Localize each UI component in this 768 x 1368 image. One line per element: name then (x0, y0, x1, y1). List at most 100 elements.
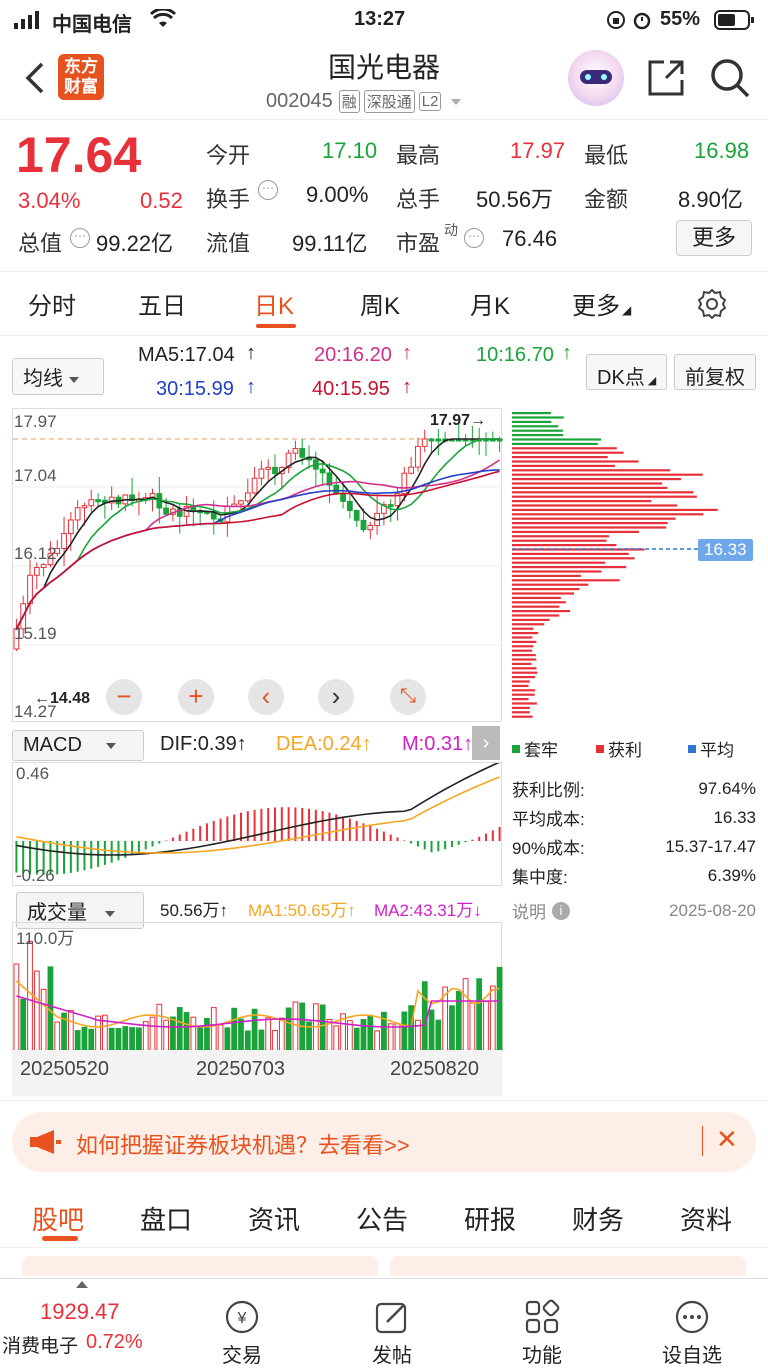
float-cap-value: 99.11亿 (292, 231, 368, 256)
amount-label: 金额 (584, 187, 629, 212)
high-value: 17.97 (510, 138, 566, 163)
tab-orderbook[interactable]: 盘口 (140, 1200, 192, 1237)
pe-dynamic-mark: 动 (444, 222, 458, 238)
tab-more[interactable]: 更多 ◢ (572, 286, 631, 321)
legend-average: 平均 (700, 741, 734, 760)
tab-monthly-k[interactable]: 月K (470, 286, 510, 321)
index-ticker[interactable]: 1929.47 消费电子 0.72% (0, 1279, 160, 1367)
card-preview-right (390, 1256, 746, 1276)
ma10-value: 10:16.70 (476, 344, 554, 366)
pe-label: 市盈 (396, 231, 441, 256)
trade-icon: ¥ (225, 1300, 259, 1334)
chevron-down-icon[interactable] (451, 98, 462, 105)
fullscreen-icon[interactable]: ⤡ (390, 679, 426, 715)
change-value: 0.52 (140, 188, 183, 213)
candle (367, 525, 374, 531)
candle (360, 519, 367, 531)
wifi-icon (149, 7, 177, 35)
scroll-right-button[interactable]: › (318, 679, 354, 715)
l2-tag: L2 (418, 92, 442, 111)
candle (244, 492, 251, 502)
zoom-out-button[interactable]: − (106, 679, 142, 715)
info-icon[interactable]: ⋯ (464, 228, 484, 248)
index-name: 消费电子 (2, 1336, 79, 1357)
nav-watchlist[interactable]: 设自选 (642, 1299, 742, 1368)
candle (319, 468, 326, 474)
candle (428, 438, 435, 442)
candle (333, 484, 340, 495)
adjust-button[interactable]: 前复权 (674, 354, 756, 390)
index-pct: 0.72% (86, 1331, 143, 1353)
settings-icon[interactable] (696, 288, 728, 327)
more-button[interactable]: 更多 (676, 220, 752, 256)
chip-note[interactable]: 说明 i 2025-08-20 (512, 898, 756, 923)
candle (408, 466, 415, 474)
banner-text: 如何把握证券板块机遇？去看看>> (76, 1133, 410, 1158)
share-icon[interactable] (646, 58, 686, 103)
info-icon[interactable]: i (552, 901, 570, 920)
ma20-value: 20:16.20 (314, 344, 392, 366)
chip-legend: 套牢 获利 平均 (512, 736, 756, 761)
scroll-left-button[interactable]: ‹ (248, 679, 284, 715)
rotation-lock-icon (606, 10, 626, 36)
macd-axis-top: 0.46 (16, 764, 50, 783)
chip-distribution (508, 408, 758, 722)
float-cap-label: 流值 (206, 231, 251, 256)
candle (40, 564, 47, 568)
tab-announcements[interactable]: 公告 (356, 1200, 408, 1237)
candle (61, 533, 67, 550)
tab-forum[interactable]: 股吧 (32, 1200, 84, 1237)
candlestick-panel[interactable] (12, 408, 503, 723)
grid-icon (525, 1299, 560, 1334)
stock-header: 东方 财富 国光电器 002045 融 深股通 L2 (0, 40, 768, 120)
margin-tag: 融 (338, 90, 360, 113)
tab-indicator (256, 324, 296, 328)
info-icon[interactable]: ⋯ (70, 228, 90, 248)
candle (272, 466, 278, 475)
volume-ma2: MA2:43.31万↓ (374, 901, 482, 920)
candle (67, 519, 74, 535)
chip-date: 2025-08-20 (669, 900, 756, 920)
promo-banner[interactable]: 如何把握证券板块机遇？去看看>> ✕ (12, 1112, 756, 1172)
tab-daily-k[interactable]: 日K (254, 286, 294, 321)
price-axis-4: 15.19 (14, 624, 57, 643)
tab-profile[interactable]: 资料 (680, 1200, 732, 1237)
card-preview-left (22, 1256, 378, 1276)
ma-selector[interactable]: 均线 (12, 358, 104, 395)
candle (74, 507, 81, 521)
macd-axis-bottom: -0.26 (16, 866, 55, 885)
tab-intraday[interactable]: 分时 (28, 286, 76, 321)
collapse-arrow-icon[interactable]: › (472, 726, 500, 760)
assistant-avatar[interactable] (568, 50, 624, 106)
date-label-mid: 20250703 (196, 1058, 285, 1080)
kline-chart[interactable] (13, 409, 503, 723)
dk-point-button[interactable]: DK点 ◢ (586, 354, 668, 390)
open-value: 17.10 (322, 138, 378, 163)
avg-cost-tag: 16.33 (698, 539, 753, 561)
dif-value: DIF:0.39↑ (160, 733, 247, 755)
tab-research[interactable]: 研报 (464, 1200, 516, 1237)
nav-trade[interactable]: ¥ 交易 (192, 1299, 292, 1368)
zoom-in-button[interactable]: + (178, 679, 214, 715)
ma40-value: 40:15.95 (312, 378, 390, 400)
macd-m-value: M:0.31↑ (402, 733, 474, 755)
nav-functions[interactable]: 功能 (492, 1299, 592, 1368)
tab-news[interactable]: 资讯 (248, 1200, 300, 1237)
price-axis-3: 16.12 (14, 544, 57, 563)
candle (265, 466, 272, 470)
market-cap-value: 99.22亿 (96, 231, 174, 256)
nav-post[interactable]: 发帖 (342, 1299, 442, 1368)
date-label-start: 20250520 (20, 1058, 109, 1080)
amount-value: 8.90亿 (678, 187, 743, 212)
search-icon[interactable] (710, 58, 750, 103)
close-icon[interactable]: ✕ (716, 1124, 738, 1155)
volume-ma1: MA1:50.65万↑ (248, 901, 356, 920)
chevron-up-icon (76, 1281, 88, 1288)
tab-five-day[interactable]: 五日 (138, 286, 186, 321)
tab-weekly-k[interactable]: 周K (360, 286, 400, 321)
tab-finance[interactable]: 财务 (572, 1200, 624, 1237)
candle (163, 507, 170, 515)
macd-selector[interactable]: MACD (12, 730, 144, 761)
info-icon[interactable]: ⋯ (258, 180, 278, 200)
megaphone-icon (30, 1130, 62, 1159)
